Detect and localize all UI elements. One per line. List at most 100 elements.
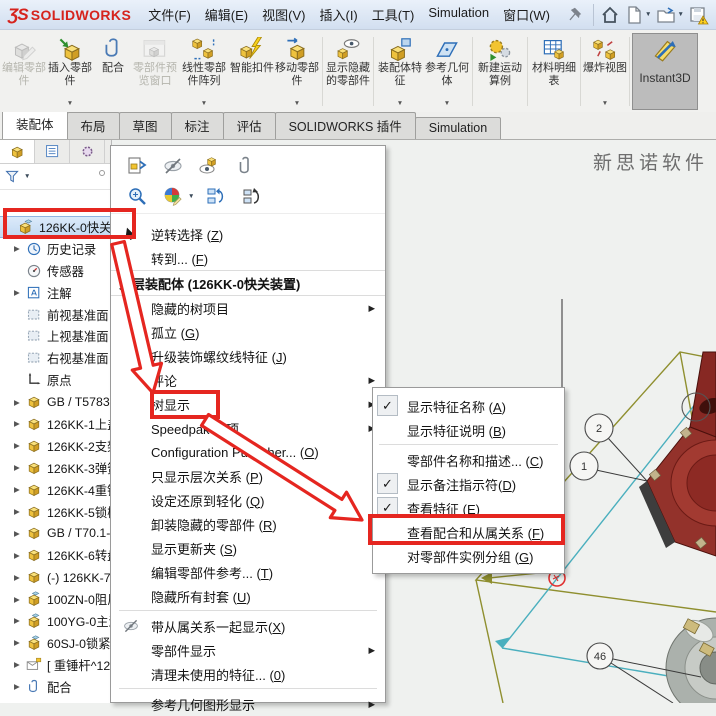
pane-toggle-icon[interactable] <box>99 170 105 176</box>
tree-item-21[interactable]: ▶配合 <box>0 676 111 698</box>
menubar-item-5[interactable]: Simulation <box>421 0 496 29</box>
tree-item-5[interactable]: 上视基准面 <box>0 325 111 347</box>
zoom-to-selection-button[interactable] <box>127 186 147 206</box>
submenu-item-3[interactable]: 零部件名称和描述... (C) <box>373 448 564 472</box>
ribbon-button-exploded-view[interactable]: 爆炸视图▼ <box>583 33 627 110</box>
menu-item-3[interactable]: 隐藏的树项目▶ <box>111 296 385 320</box>
menu-item-17[interactable]: 带从属关系一起显示(X) <box>111 614 385 638</box>
expander-icon[interactable]: ▶ <box>14 682 26 691</box>
dropdown-caret-icon[interactable]: ▼ <box>444 100 450 110</box>
expander-icon[interactable]: ▶ <box>14 441 26 450</box>
ribbon-button-insert-component[interactable]: 插入零部件▼ <box>46 33 94 110</box>
tree-item-14[interactable]: ▶GB / T70.1-200 <box>0 522 111 544</box>
ribbon-button-assembly-features[interactable]: 装配体特征▼ <box>376 33 424 110</box>
menu-item-10[interactable]: 只显示层次关系 (P) <box>111 464 385 488</box>
menu-item-11[interactable]: 设定还原到轻化 (Q) <box>111 488 385 512</box>
submenu-item-7[interactable]: 对零部件实例分组 (G) <box>373 544 564 568</box>
configuration-tab[interactable] <box>70 140 105 163</box>
ribbon-button-move-component[interactable]: 移动零部件▼ <box>274 33 320 110</box>
expander-icon[interactable]: ▶ <box>14 595 26 604</box>
reorder-up-button[interactable] <box>206 186 226 206</box>
dropdown-caret-icon[interactable]: ▼ <box>201 100 207 110</box>
ribbon-button-instant3d[interactable]: Instant3D <box>632 33 698 110</box>
tab-6[interactable]: Simulation <box>415 117 501 139</box>
pin-button[interactable] <box>565 6 583 24</box>
tree-item-8[interactable]: ▶GB / T5783-20 <box>0 391 111 413</box>
ribbon-button-smart-fasteners[interactable]: 智能扣件 <box>230 33 274 110</box>
open-doc-button[interactable]: ▼ <box>656 5 684 25</box>
submenu-item-6[interactable]: 查看配合和从属关系 (F) <box>373 520 564 544</box>
appearance-button[interactable] <box>163 186 183 206</box>
mate-clip-button[interactable] <box>235 156 255 176</box>
featuremanager-tab[interactable] <box>0 140 35 163</box>
menu-item-0[interactable]: 逆转选择 (Z) <box>111 222 385 246</box>
tab-2[interactable]: 草图 <box>119 112 172 139</box>
tree-item-13[interactable]: ▶126KK-5锁槛< <box>0 501 111 523</box>
tab-1[interactable]: 布局 <box>67 112 120 139</box>
tree-item-3[interactable]: ▶注解 <box>0 282 111 304</box>
menu-item-4[interactable]: 孤立 (G) <box>111 320 385 344</box>
menu-item-5[interactable]: 升级装饰螺纹线特征 (J) <box>111 344 385 368</box>
hide-button[interactable] <box>163 156 183 176</box>
tree-item-2[interactable]: 传感器 <box>0 260 111 282</box>
expander-icon[interactable]: ▶ <box>14 638 26 647</box>
tree-item-17[interactable]: ▶100ZN-0阻尼液 <box>0 588 111 610</box>
menu-item-13[interactable]: 显示更新夹 (S) <box>111 536 385 560</box>
tree-item-11[interactable]: ▶126KK-3弹簧< <box>0 457 111 479</box>
new-doc-button[interactable]: ▼ <box>624 5 652 25</box>
expander-icon[interactable]: ▶ <box>14 616 26 625</box>
dropdown-caret-icon[interactable]: ▼ <box>602 100 608 110</box>
menu-item-1[interactable]: 转到... (F) <box>111 246 385 270</box>
menubar-item-2[interactable]: 视图(V) <box>255 0 312 29</box>
dropdown-caret-icon[interactable]: ▼ <box>677 11 683 18</box>
menu-item-9[interactable]: Configuration Publisher... (O) <box>111 440 385 464</box>
submenu-item-0[interactable]: ✓显示特征名称 (A) <box>373 394 564 418</box>
tab-5[interactable]: SOLIDWORKS 插件 <box>275 112 416 139</box>
tree-item-15[interactable]: ▶126KK-6转盘< <box>0 544 111 566</box>
tree-item-12[interactable]: ▶126KK-4重锤< <box>0 479 111 501</box>
dropdown-caret-icon[interactable]: ▼ <box>67 100 73 110</box>
menubar-item-3[interactable]: 插入(I) <box>312 0 364 29</box>
tree-item-4[interactable]: 前视基准面 <box>0 304 111 326</box>
ribbon-button-show-hidden[interactable]: 显示隐藏的零部件 <box>325 33 371 110</box>
menubar-item-1[interactable]: 编辑(E) <box>198 0 255 29</box>
tree-item-10[interactable]: ▶126KK-2支架< <box>0 435 111 457</box>
menubar-item-4[interactable]: 工具(T) <box>365 0 422 29</box>
menubar-item-6[interactable]: 窗口(W) <box>496 0 557 29</box>
tree-item-18[interactable]: ▶100YG-0主液压 <box>0 610 111 632</box>
dropdown-caret-icon[interactable]: ▼ <box>294 100 300 110</box>
tree-item-16[interactable]: ▶(-) 126KK-7销轴 <box>0 566 111 588</box>
expander-icon[interactable]: ▶ <box>14 573 26 582</box>
expander-icon[interactable]: ▶ <box>14 244 26 253</box>
menu-item-19[interactable]: 清理未使用的特征... (0) <box>111 662 385 686</box>
expander-icon[interactable]: ▶ <box>14 660 26 669</box>
expander-icon[interactable]: ▶ <box>14 507 26 516</box>
reorder-refresh-button[interactable] <box>242 186 262 206</box>
menu-item-8[interactable]: Speedpak 选项▶ <box>111 416 385 440</box>
tree-item-7[interactable]: 原点 <box>0 369 111 391</box>
menubar-item-0[interactable]: 文件(F) <box>141 0 198 29</box>
ribbon-button-mates[interactable]: 配合 <box>94 33 132 110</box>
expander-icon[interactable]: ▶ <box>14 398 26 407</box>
tree-item-6[interactable]: 右视基准面 <box>0 347 111 369</box>
tree-item-9[interactable]: ▶126KK-1上盖板 <box>0 413 111 435</box>
save-warning-button[interactable] <box>689 5 709 25</box>
tree-item-19[interactable]: ▶60SJ-0锁紧机构 <box>0 632 111 654</box>
ribbon-button-motion-study[interactable]: 新建运动算例 <box>475 33 525 110</box>
menu-item-12[interactable]: 卸装隐藏的零部件 (R) <box>111 512 385 536</box>
tab-3[interactable]: 标注 <box>171 112 224 139</box>
tree-item-1[interactable]: ▶历史记录 <box>0 238 111 260</box>
expander-icon[interactable]: ▶ <box>14 463 26 472</box>
display-pane-tab[interactable] <box>35 140 70 163</box>
submenu-item-4[interactable]: ✓显示备注指示符(D) <box>373 472 564 496</box>
tab-4[interactable]: 评估 <box>223 112 276 139</box>
expander-icon[interactable]: ▶ <box>14 551 26 560</box>
filter-slot[interactable] <box>4 168 21 185</box>
doc-config-button[interactable] <box>127 156 147 176</box>
tree-item-20[interactable]: ▶[ 重锤杆^126K <box>0 654 111 676</box>
dropdown-caret-icon[interactable]: ▼ <box>645 11 651 18</box>
expander-icon[interactable]: ▶ <box>14 288 26 297</box>
dropdown-caret-icon[interactable]: ▼ <box>188 193 194 200</box>
menu-item-14[interactable]: 编辑零部件参考... (T) <box>111 560 385 584</box>
submenu-item-5[interactable]: ✓查看特征 (E) <box>373 496 564 520</box>
